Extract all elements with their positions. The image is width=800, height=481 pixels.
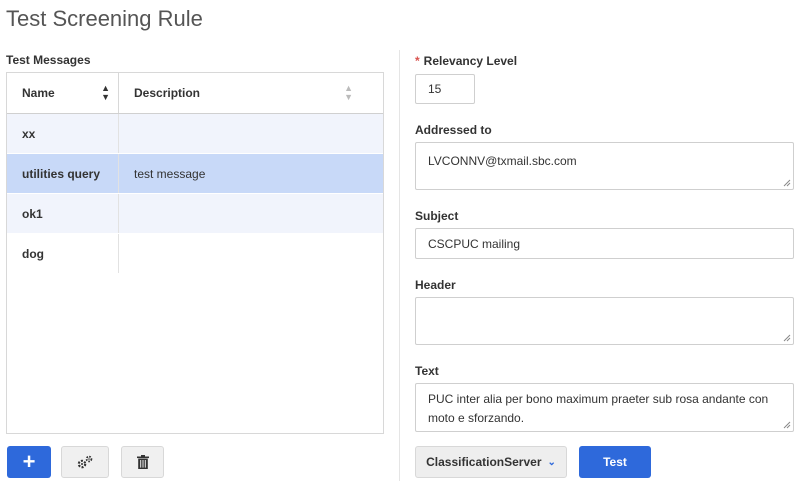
row-description-cell <box>119 114 383 153</box>
sort-icon[interactable]: ▲ ▼ <box>344 84 353 102</box>
row-name-cell: ok1 <box>7 194 119 233</box>
column-header-description[interactable]: Description ▲ ▼ <box>119 73 383 113</box>
column-header-name-label: Name <box>22 86 55 100</box>
required-asterisk-icon: * <box>415 54 420 68</box>
relevancy-level-value: 15 <box>428 82 442 96</box>
row-name-cell: utilities query <box>7 154 119 193</box>
test-button[interactable]: Test <box>579 446 651 478</box>
row-name-cell: dog <box>7 234 119 273</box>
resize-handle-icon[interactable] <box>783 421 791 429</box>
header-field[interactable] <box>415 297 794 345</box>
resize-handle-icon[interactable] <box>783 334 791 342</box>
relevancy-level-text: Relevancy Level <box>423 54 518 68</box>
column-header-name[interactable]: Name ▲ ▼ <box>7 73 119 113</box>
relevancy-level-label: * Relevancy Level <box>415 54 517 68</box>
chevron-down-icon: ⌄ <box>547 456 556 468</box>
addressed-to-field[interactable]: LVCONNV@txmail.sbc.com <box>415 142 794 190</box>
row-description-cell <box>119 194 383 233</box>
row-description-cell <box>119 234 383 273</box>
resize-handle-icon[interactable] <box>783 179 791 187</box>
delete-message-button[interactable] <box>121 446 164 478</box>
table-row[interactable]: ok1 <box>7 194 383 234</box>
header-label: Header <box>415 278 456 292</box>
subject-value: CSCPUC mailing <box>428 236 521 251</box>
text-label: Text <box>415 364 439 378</box>
subject-label: Subject <box>415 209 459 223</box>
table-row-selected[interactable]: utilities query test message <box>7 154 383 194</box>
addressed-to-value: LVCONNV@txmail.sbc.com <box>428 154 577 168</box>
trash-icon <box>136 455 149 469</box>
row-description-cell: test message <box>134 166 206 181</box>
edit-message-button[interactable] <box>61 446 109 478</box>
table-header: Name ▲ ▼ Description ▲ ▼ <box>7 73 383 114</box>
addressed-to-label: Addressed to <box>415 123 492 137</box>
test-messages-table: Name ▲ ▼ Description ▲ ▼ xx utilities quer… <box>6 72 384 434</box>
classification-server-label: ClassificationServer <box>426 455 542 469</box>
relevancy-level-input[interactable]: 15 <box>415 74 475 104</box>
subject-input[interactable]: CSCPUC mailing <box>415 228 794 259</box>
table-row[interactable]: dog <box>7 234 383 274</box>
page-title: Test Screening Rule <box>6 6 203 31</box>
plus-icon: + <box>22 449 36 474</box>
row-name-cell: xx <box>7 114 119 153</box>
column-header-description-label: Description <box>134 86 201 100</box>
text-value: PUC inter alia per bono maximum praeter … <box>428 392 769 425</box>
add-message-button[interactable]: + <box>7 446 51 478</box>
test-messages-label: Test Messages <box>6 53 91 67</box>
gears-icon <box>77 455 93 469</box>
table-row[interactable]: xx <box>7 114 383 154</box>
panel-divider <box>399 50 400 481</box>
classification-server-dropdown[interactable]: ClassificationServer ⌄ <box>415 446 567 478</box>
text-field[interactable]: PUC inter alia per bono maximum praeter … <box>415 383 794 432</box>
sort-active-icon[interactable]: ▲ ▼ <box>101 84 110 102</box>
